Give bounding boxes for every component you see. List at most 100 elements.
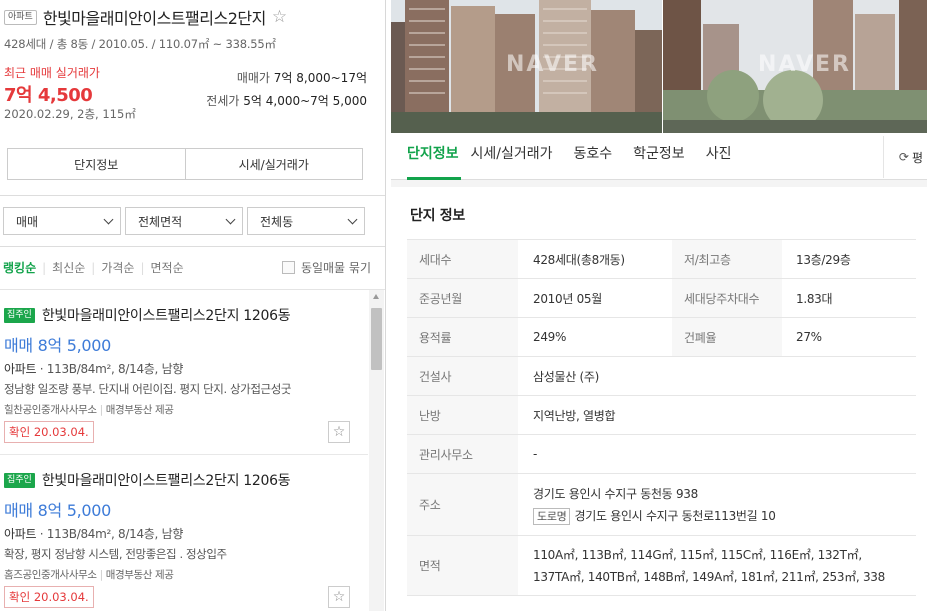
heating-value: 지역난방, 열병합 — [518, 395, 916, 435]
bcr-label: 건폐율 — [672, 317, 782, 357]
listing-agent: 힐찬공인중개사사무소 | 매경부동산 제공 — [4, 402, 368, 417]
agent-name[interactable]: 힐찬공인중개사사무소 — [4, 404, 97, 416]
complex-photo[interactable]: NAVER — [662, 0, 927, 133]
owner-badge: 집주인 — [4, 307, 35, 323]
favorite-button[interactable]: ☆ — [328, 421, 350, 443]
lease-price-range: 전세가 5억 4,000~7억 5,000 — [206, 92, 367, 109]
tab-market-price[interactable]: 시세/실거래가 — [471, 132, 564, 179]
price-block: 최근 매매 실거래가 7억 4,500 2020.02.29, 2층, 115㎡… — [4, 64, 381, 134]
chevron-down-icon — [225, 214, 236, 224]
office-label: 관리사무소 — [407, 434, 518, 474]
sale-price-range: 매매가 7억 8,000~17억 — [237, 69, 367, 86]
listing-scrollbar[interactable] — [369, 290, 384, 611]
households-value: 428세대(총8개동) — [518, 239, 672, 279]
dong-select[interactable]: 전체동 — [247, 207, 365, 235]
complex-photo[interactable]: NAVER — [391, 0, 662, 133]
table-row: 용적률 249% 건폐율 27% — [407, 317, 916, 357]
far-label: 용적률 — [407, 317, 518, 357]
scroll-thumb[interactable] — [371, 308, 382, 370]
confirm-date-badge: 확인 20.03.04. — [4, 586, 94, 608]
sale-range: 7억 8,000~17억 — [273, 71, 367, 85]
complex-info-table: 세대수 428세대(총8개동) 저/최고층 13층/29층 준공년월 2010년… — [407, 239, 916, 596]
table-row: 관리사무소 - — [407, 434, 916, 474]
builder-label: 건설사 — [407, 356, 518, 396]
recent-price-label: 최근 매매 실거래가 — [4, 66, 100, 80]
divider — [0, 195, 385, 196]
star-icon: ☆ — [332, 589, 346, 605]
table-row: 주소 경기도 용인시 수지구 동천동 938 도로명 경기도 용인시 수지구 동천… — [407, 473, 916, 536]
scroll-up-arrow-icon[interactable] — [373, 294, 379, 299]
address-label: 주소 — [407, 473, 518, 536]
sort-area[interactable]: 면적순 — [145, 259, 190, 276]
list-item[interactable]: 집주인 한빛마을래미안이스트팰리스2단지 1206동 매매 8억 5,000 아… — [0, 455, 368, 611]
far-value: 249% — [518, 317, 672, 357]
area-select[interactable]: 전체면적 — [125, 207, 243, 235]
sort-ranking[interactable]: 랭킹순 — [3, 259, 42, 276]
trade-type-select[interactable]: 매매 — [3, 207, 121, 235]
chevron-down-icon — [347, 214, 358, 224]
recent-price-value: 7억 4,500 — [4, 85, 93, 106]
tab-school-info[interactable]: 학군정보 — [633, 132, 696, 179]
spec-separator: · — [36, 527, 47, 541]
listing-spec-detail: 113B/84m², 8/14층, 남향 — [46, 362, 184, 376]
checkbox[interactable] — [281, 261, 295, 274]
data-provider: 매경부동산 제공 — [105, 404, 174, 416]
left-tab-buttons: 단지정보 시세/실거래가 — [7, 148, 363, 180]
sort-price[interactable]: 가격순 — [95, 259, 140, 276]
group-same-listings-label: 동일매물 묶기 — [300, 261, 371, 275]
listing-type: 아파트 — [4, 362, 37, 376]
refresh-icon: ⟳ — [898, 150, 909, 164]
agent-separator: | — [99, 404, 104, 416]
section-title: 단지 정보 — [410, 208, 465, 224]
listing-title: 한빛마을래미안이스트팰리스2단지 1206동 — [41, 308, 291, 324]
heating-label: 난방 — [407, 395, 518, 435]
tab-unit-numbers[interactable]: 동호수 — [574, 132, 624, 179]
listing-list: 집주인 한빛마을래미안이스트팰리스2단지 1206동 매매 8억 5,000 아… — [0, 290, 368, 611]
type-badge: 아파트 — [4, 9, 37, 25]
complex-info-button[interactable]: 단지정보 — [8, 149, 185, 179]
area-value: 110A㎡, 113B㎡, 114G㎡, 115㎡, 115C㎡, 116E㎡,… — [518, 535, 916, 596]
photo-watermark: NAVER — [758, 52, 851, 77]
market-price-button[interactable]: 시세/실거래가 — [184, 149, 363, 179]
table-row: 준공년월 2010년 05월 세대당주차대수 1.83대 — [407, 278, 916, 318]
owner-badge: 집주인 — [4, 472, 35, 488]
agent-separator: | — [99, 569, 104, 581]
tab-complex-info[interactable]: 단지정보 — [407, 132, 461, 180]
confirm-date-badge: 확인 20.03.04. — [4, 421, 94, 443]
list-item[interactable]: 집주인 한빛마을래미안이스트팰리스2단지 1206동 매매 8억 5,000 아… — [0, 290, 368, 455]
floors-label: 저/최고층 — [672, 239, 782, 279]
filter-bar: 매매 전체면적 전체동 — [3, 207, 365, 235]
star-icon: ☆ — [332, 424, 346, 440]
complex-title: 한빛마을래미안이스트팰리스2단지 — [42, 9, 266, 28]
sort-bar: 랭킹순 | 최신순 | 가격순 | 면적순 동일매물 묶기 — [3, 259, 371, 276]
unit-toggle-button[interactable]: ⟳ 평 — [883, 136, 927, 178]
parking-label: 세대당주차대수 — [672, 278, 782, 318]
road-address-text: 경기도 용인시 수지구 동천로113번길 10 — [574, 508, 776, 523]
table-row: 세대수 428세대(총8개동) 저/최고층 13층/29층 — [407, 239, 916, 279]
area-list-line: 110A㎡, 113B㎡, 114G㎡, 115㎡, 115C㎡, 116E㎡,… — [533, 547, 862, 562]
sort-latest[interactable]: 최신순 — [46, 259, 91, 276]
table-row: 면적 110A㎡, 113B㎡, 114G㎡, 115㎡, 115C㎡, 116… — [407, 535, 916, 596]
star-icon[interactable]: ☆ — [272, 9, 287, 26]
table-row: 건설사 삼성물산 (주) — [407, 356, 916, 396]
floors-value: 13층/29층 — [782, 239, 916, 279]
chevron-down-icon — [103, 214, 114, 224]
recent-price-date: 2020.02.29, 2층, 115㎡ — [4, 107, 136, 121]
data-provider: 매경부동산 제공 — [105, 569, 174, 581]
listing-agent: 홈즈공인중개사사무소 | 매경부동산 제공 — [4, 567, 368, 582]
listing-title: 한빛마을래미안이스트팰리스2단지 1206동 — [41, 473, 291, 489]
bcr-value: 27% — [782, 317, 916, 357]
divider — [0, 246, 385, 247]
listing-price: 매매 8억 5,000 — [4, 501, 112, 520]
group-same-listings-toggle[interactable]: 동일매물 묶기 — [281, 259, 371, 276]
detail-panel: NAVER NAVER 단지정보 시세/실거래가 동호수 학군정보 사진 ⟳ 평… — [391, 0, 927, 611]
favorite-button[interactable]: ☆ — [328, 586, 350, 608]
approved-value: 2010년 05월 — [518, 278, 672, 318]
dong-value: 전체동 — [260, 214, 294, 229]
agent-name[interactable]: 홈즈공인중개사사무소 — [4, 569, 97, 581]
office-value: - — [518, 434, 916, 474]
lease-label: 전세가 — [206, 94, 240, 108]
listing-type: 아파트 — [4, 527, 37, 541]
tab-photos[interactable]: 사진 — [706, 132, 743, 179]
photo-watermark: NAVER — [506, 52, 599, 77]
